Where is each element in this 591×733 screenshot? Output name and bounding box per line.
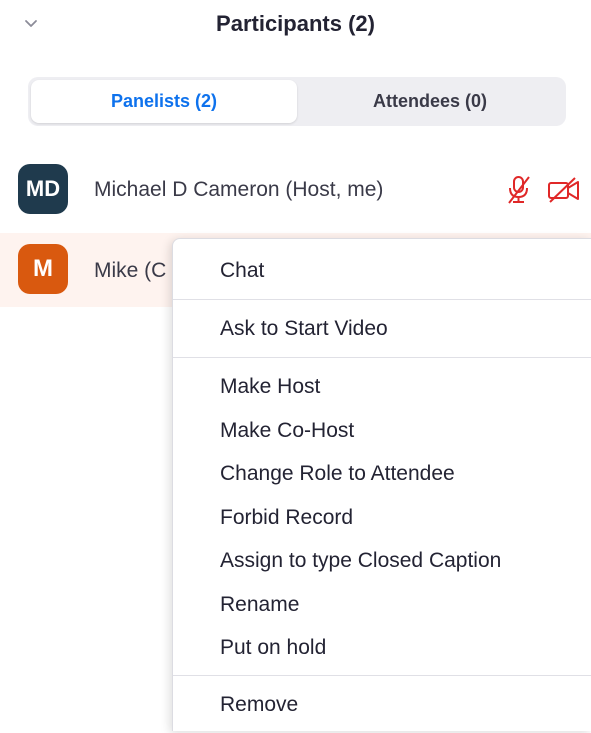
menu-item-ask-to-start-video[interactable]: Ask to Start Video [173, 300, 591, 357]
avatar: M [18, 244, 68, 294]
menu-divider [173, 357, 591, 358]
participant-tabs: Panelists (2) Attendees (0) [28, 77, 566, 126]
menu-group-chat: Chat [173, 242, 591, 299]
menu-group-roles: Make Host Make Co-Host Change Role to At… [173, 365, 591, 670]
participant-name: Michael D Cameron (Host, me) [94, 178, 384, 201]
menu-group-remove: Remove [173, 676, 591, 733]
participant-row[interactable]: MD Michael D Cameron (Host, me) [0, 154, 591, 228]
menu-item-chat[interactable]: Chat [173, 242, 591, 299]
menu-item-change-role-to-attendee[interactable]: Change Role to Attendee [173, 452, 591, 496]
participant-context-menu: Chat Ask to Start Video Make Host Make C… [172, 238, 591, 731]
menu-item-remove[interactable]: Remove [173, 676, 591, 733]
menu-item-put-on-hold[interactable]: Put on hold [173, 626, 591, 670]
video-off-icon[interactable] [547, 176, 581, 204]
menu-group-video: Ask to Start Video [173, 300, 591, 357]
tab-attendees[interactable]: Attendees (0) [297, 80, 563, 123]
menu-item-make-host[interactable]: Make Host [173, 365, 591, 409]
page-title: Participants (2) [216, 11, 375, 36]
avatar: MD [18, 164, 68, 214]
microphone-muted-icon[interactable] [505, 174, 533, 206]
menu-item-make-co-host[interactable]: Make Co-Host [173, 409, 591, 453]
menu-item-assign-closed-caption[interactable]: Assign to type Closed Caption [173, 539, 591, 583]
participant-status [505, 174, 581, 206]
panel-header: Participants (2) [0, 0, 591, 52]
tab-panelists[interactable]: Panelists (2) [31, 80, 297, 123]
menu-item-forbid-record[interactable]: Forbid Record [173, 496, 591, 540]
participant-name: Mike (C [94, 259, 167, 282]
menu-item-rename[interactable]: Rename [173, 583, 591, 627]
